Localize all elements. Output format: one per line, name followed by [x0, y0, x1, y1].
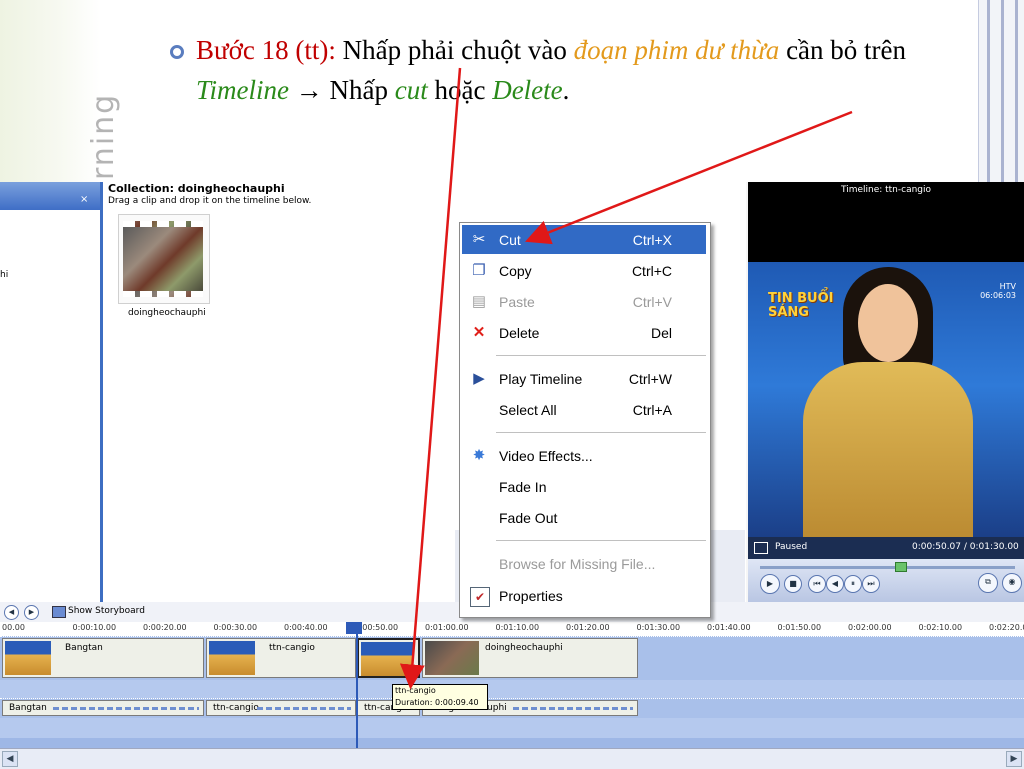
emphasis-delete: Delete [492, 75, 563, 105]
audio-clip-bangtan[interactable]: Bangtan [2, 700, 204, 716]
audio-clip-ttn-cangio[interactable]: ttn-cangio [206, 700, 356, 716]
ruler-tick-label: 0:01:30.00 [636, 623, 681, 632]
ruler-tick-label: 0:00:10.00 [72, 623, 117, 632]
seek-thumb[interactable] [895, 562, 908, 572]
rewind-button[interactable]: ◀ [826, 575, 844, 593]
tasks-pane-text: hi [0, 270, 9, 280]
copy-icon: ❐ [472, 262, 486, 279]
scissors-icon: ✂ [472, 231, 486, 248]
ruler-tick-label: 0:01:40.00 [707, 623, 751, 632]
slide-right-border [978, 0, 1024, 182]
collection-clip-name: doingheochauphi [128, 308, 206, 318]
menu-item-copy[interactable]: ❐ Copy Ctrl+C [462, 256, 706, 285]
collection-clip-thumbnail[interactable] [118, 214, 210, 304]
paste-icon: ▤ [471, 293, 487, 310]
ruler-tick-label: 0:01:50.00 [777, 623, 822, 632]
menu-item-cut[interactable]: ✂ Cut Ctrl+X [462, 225, 706, 254]
menu-item-play-timeline[interactable]: ▶ Play Timeline Ctrl+W [462, 364, 706, 393]
menu-item-fade-out[interactable]: Fade Out [462, 503, 706, 532]
monitor-video-frame: TIN BUỔI SÁNG HTV 06:06:03 [748, 262, 1024, 537]
transition-track[interactable] [0, 680, 1024, 698]
news-logo: TIN BUỔI SÁNG [768, 291, 834, 320]
menu-item-fade-in[interactable]: Fade In [462, 472, 706, 501]
step-label: Bước 18 (tt): [196, 35, 336, 65]
previous-frame-button[interactable]: ⏮ [808, 575, 826, 593]
properties-check-icon: ✔ [470, 587, 490, 607]
timeline-scrollbar[interactable]: ◀ ▶ [0, 748, 1024, 769]
timeline-clip-ttn-cangio[interactable]: ttn-cangio [206, 638, 356, 678]
rewind-timeline-icon[interactable]: ◀ [4, 605, 19, 620]
bullet-icon [170, 45, 184, 59]
ruler-tick-label: 00.00 [2, 623, 25, 632]
slide-vertical-word: rning [86, 92, 121, 180]
ruler-tick-label: 0:01:00.00 [425, 623, 469, 632]
next-frame-button[interactable]: ⏭ [862, 575, 880, 593]
ruler-tick-label: 0:01:20.00 [566, 623, 610, 632]
ruler-tick-label: 0:00:40.00 [284, 623, 328, 632]
playhead-line [356, 622, 358, 748]
show-storyboard-button[interactable]: Show Storyboard [68, 606, 145, 616]
channel-logo: HTV 06:06:03 [980, 282, 1016, 300]
menu-item-properties[interactable]: ✔ Properties [462, 581, 706, 610]
playhead-marker[interactable] [346, 622, 362, 634]
scroll-left-icon[interactable]: ◀ [2, 751, 18, 767]
close-icon[interactable]: × [80, 194, 88, 205]
emphasis-cut: cut [394, 75, 428, 105]
menu-item-video-effects[interactable]: ✸ Video Effects... [462, 441, 706, 470]
context-menu: ✂ Cut Ctrl+X ❐ Copy Ctrl+C ▤ Paste Ctrl+V ✕… [459, 222, 711, 618]
star-effects-icon: ✸ [472, 447, 486, 464]
timeline-clip-doingheochauphi[interactable]: doingheochauphi [422, 638, 638, 678]
monitor-title: Timeline: ttn-cangio [840, 185, 932, 195]
delete-x-icon: ✕ [472, 324, 486, 341]
play-timeline-icon[interactable]: ▶ [24, 605, 39, 620]
pause-button[interactable]: ⏸ [844, 575, 862, 593]
play-icon: ▶ [473, 370, 485, 387]
tasks-pane [0, 182, 103, 602]
play-button[interactable]: ▶ [760, 574, 780, 594]
monitor-mode-icon [754, 542, 768, 554]
ruler-tick-label: 0:02:10.00 [918, 623, 963, 632]
ruler-tick-label: 0:00:20.00 [143, 623, 187, 632]
playback-status: Paused [775, 542, 808, 552]
playback-time: 0:00:50.07 / 0:01:30.00 [912, 542, 1019, 552]
split-clip-button[interactable]: ⧉ [978, 573, 998, 593]
collection-title: Collection: doingheochauphi [108, 182, 285, 195]
audio-music-track[interactable] [0, 718, 1024, 738]
emphasis-timeline: Timeline [196, 75, 289, 105]
stop-button[interactable]: ■ [784, 575, 802, 593]
menu-item-delete[interactable]: ✕ Delete Del [462, 318, 706, 347]
ruler-tick-label: 0:02:00.00 [848, 623, 892, 632]
timeline-clip-bangtan[interactable]: Bangtan [2, 638, 204, 678]
ruler-tick-label: 0:01:10.00 [495, 623, 540, 632]
ruler-tick-label: 0:02:20.00 [989, 623, 1024, 632]
clip-tooltip: ttn-cangio Duration: 0:00:09.40 [392, 684, 488, 710]
menu-item-paste[interactable]: ▤ Paste Ctrl+V [462, 287, 706, 316]
menu-item-browse-missing-file[interactable]: Browse for Missing File... [462, 549, 706, 578]
snapshot-camera-icon[interactable]: ◉ [1002, 573, 1022, 593]
storyboard-icon[interactable] [52, 606, 66, 618]
emphasis-clip: đoạn phim dư thừa [573, 35, 780, 65]
instruction-text: Bước 18 (tt): Nhấp phải chuột vào đoạn p… [196, 35, 907, 105]
timeline-clip-selected[interactable] [357, 638, 420, 678]
collection-subtitle: Drag a clip and drop it on the timeline … [108, 196, 312, 206]
seek-bar[interactable] [760, 566, 1015, 569]
scroll-right-icon[interactable]: ▶ [1006, 751, 1022, 767]
menu-item-select-all[interactable]: Select All Ctrl+A [462, 395, 706, 424]
ruler-tick-label: 0:00:30.00 [213, 623, 258, 632]
